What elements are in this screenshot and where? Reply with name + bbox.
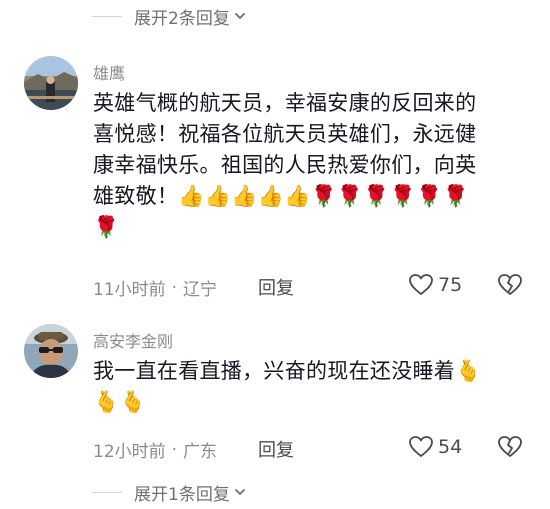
like-button[interactable]: 54 [408,435,462,459]
dislike-icon[interactable] [497,273,523,297]
thumbs-up-icon: 👍 [178,184,205,208]
comment-text: 英雄气概的航天员，幸福安康的反回来的 喜悦感！祝福各位航天员英雄们，永远健 康幸… [93,88,523,243]
comment-line: 雄致敬！👍👍👍👍👍🌹🌹🌹🌹🌹🌹 [93,184,470,208]
comment-text: 我一直在看直播，兴奋的现在还没睡着🫰 🫰🫰 [93,356,523,418]
rose-icon: 🌹 [310,184,337,208]
comment-username[interactable]: 雄鹰 [93,60,125,84]
thumbs-up-icon: 👍 [231,184,258,208]
reply-button[interactable]: 回复 [258,274,294,300]
meta-separator: · [171,277,178,298]
rose-icon: 🌹 [93,215,120,239]
comment-line: 喜悦感！祝福各位航天员英雄们，永远健 [93,122,477,146]
comment-line: 🫰🫰 [93,387,523,418]
comment-time: 11小时前 [93,280,166,300]
comment-location: 广东 [183,442,218,462]
expand-replies-bottom[interactable]: 展开1条回复 [92,478,246,506]
thumbs-up-icon: 👍 [204,184,232,208]
rose-icon: 🌹 [363,184,390,208]
expand-replies-label: 展开1条回复 [134,484,230,505]
comment-username[interactable]: 高安李金刚 [93,328,173,352]
thumbs-up-icon: 👍 [284,184,311,208]
rose-icon: 🌹 [389,184,417,208]
reply-button[interactable]: 回复 [258,436,294,462]
finger-heart-icon: 🫰 [455,359,482,383]
thumbs-up-icon: 👍 [257,184,285,208]
comment-location: 辽宁 [183,280,218,300]
like-count: 54 [438,436,463,458]
finger-heart-icon: 🫰 [119,390,146,414]
comment-line: 英雄气概的航天员，幸福安康的反回来的 [93,91,477,115]
meta-separator: · [171,439,178,460]
comment-line: 康幸福快乐。祖国的人民热爱你们，向英 [93,153,477,177]
expand-divider [92,15,122,17]
avatar[interactable] [24,324,78,378]
comment-meta: 11小时前 · 辽宁 [93,275,218,301]
finger-heart-icon: 🫰 [93,390,120,414]
heart-icon [409,274,433,295]
rose-icon: 🌹 [336,184,364,208]
like-count: 75 [438,274,463,296]
dislike-icon[interactable] [497,435,523,459]
chevron-down-icon [234,489,245,495]
expand-divider [92,491,122,493]
rose-icon: 🌹 [416,184,443,208]
comment-line: 我一直在看直播，兴奋的现在还没睡着🫰 [93,359,482,383]
expand-replies-label: 展开2条回复 [134,8,230,29]
expand-replies-top[interactable]: 展开2条回复 [92,2,246,30]
comment-time: 12小时前 [93,442,166,462]
comment-meta: 12小时前 · 广东 [93,437,218,463]
chevron-down-icon [234,13,245,19]
comment-line: 🌹 [93,212,523,243]
rose-icon: 🌹 [442,184,470,208]
avatar[interactable] [24,56,78,110]
heart-icon [409,436,433,457]
like-button[interactable]: 75 [408,273,462,297]
